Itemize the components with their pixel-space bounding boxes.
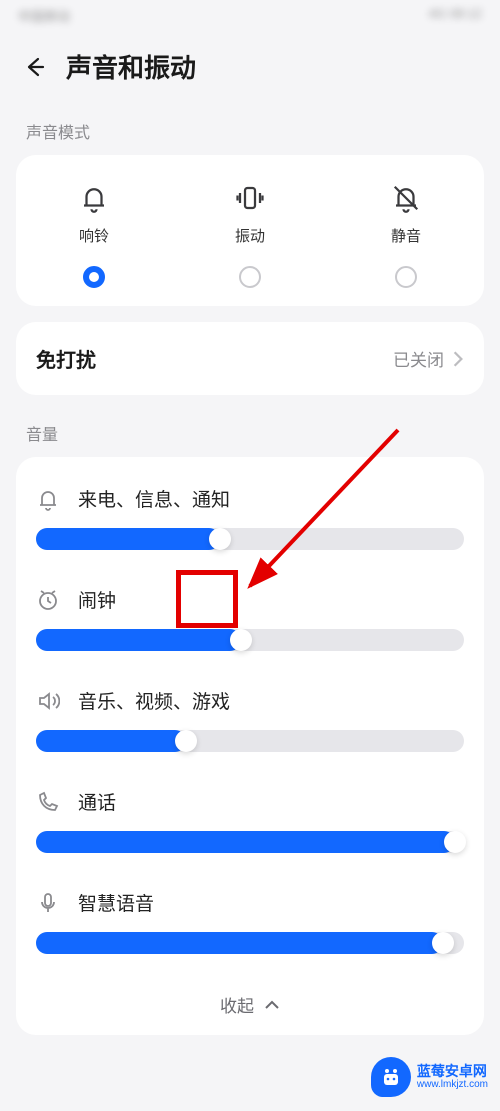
mode-label: 振动 bbox=[235, 225, 265, 246]
mode-label: 静音 bbox=[391, 225, 421, 246]
vibrate-icon bbox=[231, 179, 269, 217]
collapse-button[interactable]: 收起 bbox=[16, 972, 484, 1035]
mode-vibrate[interactable]: 振动 bbox=[172, 179, 328, 288]
dnd-title: 免打扰 bbox=[36, 344, 96, 373]
bell-icon bbox=[75, 179, 113, 217]
slider-thumb[interactable] bbox=[444, 831, 466, 853]
slider-alarm: 闹钟 bbox=[16, 568, 484, 669]
slider-label: 通话 bbox=[78, 788, 116, 815]
speaker-icon bbox=[36, 688, 62, 714]
slider-label: 来电、信息、通知 bbox=[78, 485, 230, 512]
slider-label: 智慧语音 bbox=[78, 889, 154, 916]
bell-off-icon bbox=[387, 179, 425, 217]
phone-icon bbox=[36, 789, 62, 815]
slider-media: 音乐、视频、游戏 bbox=[16, 669, 484, 770]
volume-card: 来电、信息、通知 闹钟 音乐、视频、游戏 bbox=[16, 457, 484, 1035]
mode-silent[interactable]: 静音 bbox=[328, 179, 484, 288]
radio-selected[interactable] bbox=[83, 266, 105, 288]
dnd-value: 已关闭 bbox=[393, 346, 464, 371]
slider-label: 音乐、视频、游戏 bbox=[78, 687, 230, 714]
chevron-up-icon bbox=[264, 999, 280, 1011]
slider-track[interactable] bbox=[36, 629, 464, 651]
back-icon[interactable] bbox=[20, 53, 48, 81]
mic-icon bbox=[36, 890, 62, 916]
watermark-logo-icon bbox=[371, 1057, 411, 1097]
slider-thumb[interactable] bbox=[175, 730, 197, 752]
slider-notifications: 来电、信息、通知 bbox=[16, 467, 484, 568]
section-sound-mode-label: 声音模式 bbox=[0, 109, 500, 155]
slider-track[interactable] bbox=[36, 730, 464, 752]
clock-icon bbox=[36, 587, 62, 613]
header: 声音和振动 bbox=[0, 32, 500, 109]
status-bar: 中国移动 4G 08:12 bbox=[0, 0, 500, 32]
slider-track[interactable] bbox=[36, 528, 464, 550]
chevron-right-icon bbox=[452, 350, 464, 368]
dnd-card[interactable]: 免打扰 已关闭 bbox=[16, 322, 484, 395]
slider-thumb[interactable] bbox=[432, 932, 454, 954]
watermark: 蓝莓安卓网 www.lmkjzt.com bbox=[371, 1057, 488, 1097]
slider-call: 通话 bbox=[16, 770, 484, 871]
slider-label: 闹钟 bbox=[78, 586, 116, 613]
collapse-label: 收起 bbox=[220, 992, 254, 1017]
radio[interactable] bbox=[395, 266, 417, 288]
slider-voice: 智慧语音 bbox=[16, 871, 484, 972]
mode-label: 响铃 bbox=[79, 225, 109, 246]
page-title: 声音和振动 bbox=[66, 48, 196, 85]
slider-thumb[interactable] bbox=[209, 528, 231, 550]
slider-thumb[interactable] bbox=[230, 629, 252, 651]
slider-track[interactable] bbox=[36, 831, 464, 853]
bell-outline-icon bbox=[36, 486, 62, 512]
radio[interactable] bbox=[239, 266, 261, 288]
sound-mode-card: 响铃 振动 静音 bbox=[16, 155, 484, 306]
section-volume-label: 音量 bbox=[0, 411, 500, 457]
mode-ring[interactable]: 响铃 bbox=[16, 179, 172, 288]
slider-track[interactable] bbox=[36, 932, 464, 954]
